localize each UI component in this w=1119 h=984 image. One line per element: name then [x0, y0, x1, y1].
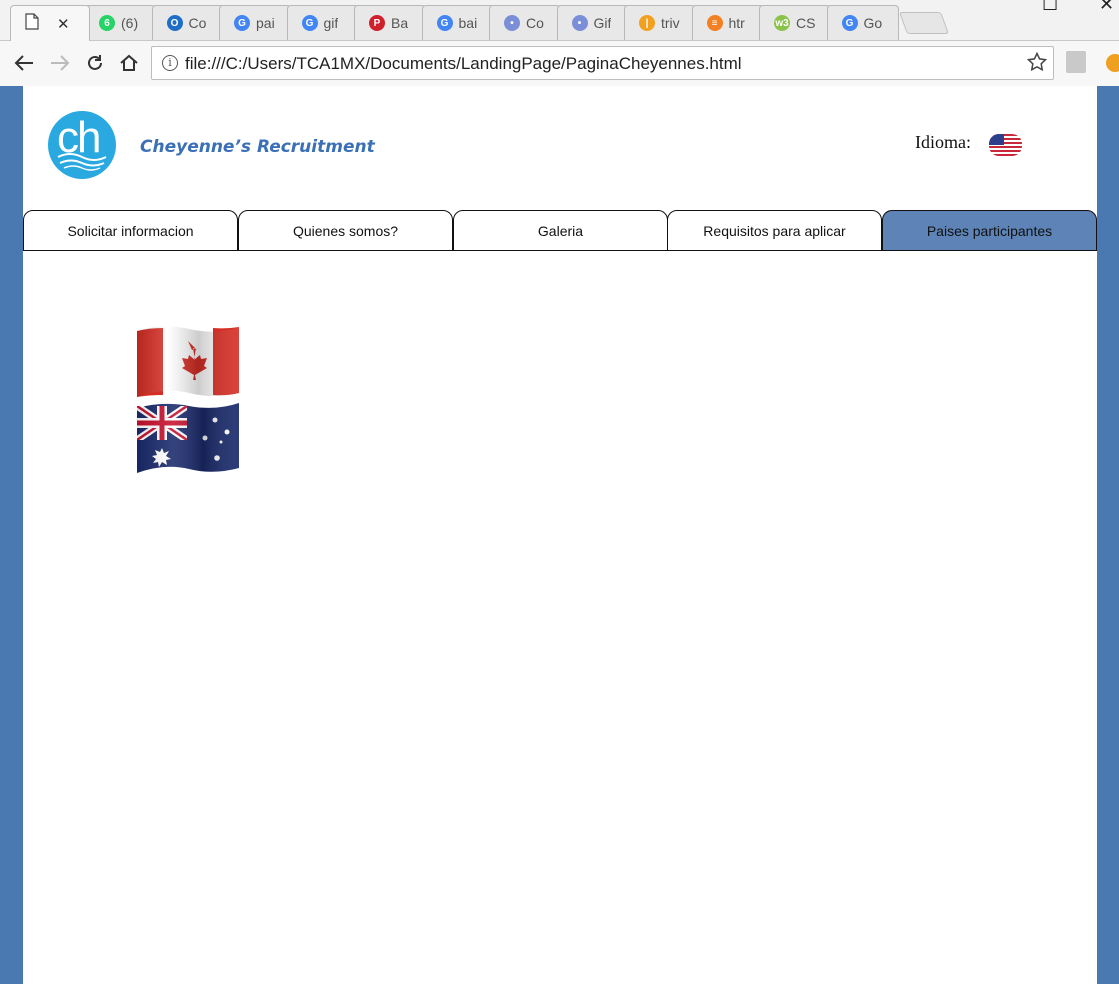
australia-flag-icon	[135, 402, 241, 475]
brand-name: Cheyenne’s Recruitment	[140, 137, 375, 157]
nav-tab-solicitar-informacion[interactable]: Solicitar informacion	[23, 210, 238, 251]
browser-tab-label: pai	[256, 15, 275, 31]
outlook-icon: O	[166, 15, 183, 31]
close-tab-icon[interactable]: ✕	[57, 15, 70, 33]
browser-tab[interactable]: P Ba	[354, 5, 426, 40]
bookmark-app-icon: •	[571, 15, 588, 31]
home-button[interactable]	[117, 51, 141, 75]
browser-tab[interactable]: • Gif	[556, 5, 629, 40]
reload-icon	[88, 55, 102, 70]
browser-tab-label: gif	[323, 15, 339, 31]
google-icon: G	[234, 15, 250, 31]
browser-tab-label: CS	[796, 15, 816, 31]
google-icon: G	[841, 15, 858, 31]
canada-flag-icon	[135, 325, 241, 400]
browser-tab[interactable]: | triv	[624, 5, 696, 40]
nav-tab-label: Requisitos para aplicar	[703, 222, 846, 239]
browser-tab-label: (6)	[121, 15, 139, 31]
tab-strip: ✕ 6 (6) O Co Gpai Ggif P Ba Gbai • Co • Gif | triv ≡ htr…	[0, 0, 1119, 41]
forward-button[interactable]	[48, 51, 72, 75]
us-flag-icon[interactable]	[989, 134, 1022, 156]
maximize-window-button[interactable]: ☐	[1042, 0, 1058, 15]
close-window-button[interactable]: ✕	[1099, 0, 1114, 15]
browser-tab[interactable]: • Co	[489, 5, 561, 40]
reload-button[interactable]	[83, 51, 107, 75]
new-tab-button[interactable]	[898, 12, 950, 34]
browser-tab[interactable]: O Co	[151, 5, 224, 40]
trivia-icon: |	[639, 15, 655, 31]
nav-tab-requisitos[interactable]: Requisitos para aplicar	[667, 210, 882, 251]
browser-tab[interactable]: G Go	[826, 5, 899, 40]
browser-chrome: ✕ 6 (6) O Co Gpai Ggif P Ba Gbai • Co • Gif | triv ≡ htr…	[0, 0, 1119, 86]
browser-tab[interactable]: ≡ htr	[691, 5, 764, 40]
logo-waves-icon	[57, 153, 107, 171]
info-icon[interactable]: i	[162, 55, 178, 71]
nav-tab-paises-participantes[interactable]: Paises participantes	[882, 210, 1097, 251]
whatsapp-icon: 6	[99, 15, 115, 31]
pdf-extension-icon[interactable]	[1066, 51, 1086, 73]
main-navigation: Solicitar informacion Quienes somos? Gal…	[23, 210, 1097, 252]
browser-toolbar: i file:///C:/Users/TCA1MX/Documents/Land…	[0, 40, 1119, 86]
back-arrow-icon	[14, 55, 33, 71]
company-logo: ch	[48, 111, 116, 179]
document-icon	[25, 12, 39, 35]
pinterest-icon: P	[369, 15, 385, 31]
nav-tab-label: Galeria	[537, 222, 584, 239]
browser-tab[interactable]: 6 (6)	[84, 5, 156, 40]
browser-tab-label: Co	[526, 15, 544, 31]
browser-tab[interactable]: Ggif	[286, 5, 359, 40]
browser-tab-label: bai	[458, 15, 478, 31]
browser-tab[interactable]: Gpai	[219, 5, 291, 40]
language-label: Idioma:	[915, 132, 971, 152]
w3schools-icon: w3	[774, 15, 790, 31]
nav-tab-quienes-somos[interactable]: Quienes somos?	[238, 210, 453, 251]
stackoverflow-icon: ≡	[706, 15, 723, 31]
nav-tab-label: Solicitar informacion	[67, 222, 194, 239]
bookmark-star-icon[interactable]	[1026, 51, 1048, 77]
browser-tab-label: triv	[661, 15, 680, 31]
nav-tab-galeria[interactable]: Galeria	[453, 210, 668, 251]
browser-tab-label: Ba	[391, 15, 409, 31]
bookmark-app-icon: •	[504, 15, 520, 31]
landing-page: ch Cheyenne’s Recruitment Idioma: Solici…	[23, 86, 1097, 984]
home-icon	[120, 54, 138, 71]
extension-icon[interactable]	[1106, 54, 1119, 72]
browser-tab-label: Gif	[593, 15, 612, 31]
google-icon: G	[436, 15, 453, 31]
nav-tab-label: Quienes somos?	[292, 222, 399, 239]
browser-tab-label: Go	[863, 15, 883, 31]
browser-tab-label: htr	[728, 15, 745, 31]
url-text[interactable]: file:///C:/Users/TCA1MX/Documents/Landin…	[185, 54, 742, 74]
page-viewport: ch Cheyenne’s Recruitment Idioma: Solici…	[0, 86, 1119, 984]
nav-tab-label: Paises participantes	[926, 222, 1053, 239]
browser-tab-label: Co	[188, 15, 207, 31]
forward-arrow-icon	[51, 55, 70, 71]
address-bar[interactable]: i file:///C:/Users/TCA1MX/Documents/Land…	[151, 46, 1054, 80]
back-button[interactable]	[12, 51, 36, 75]
browser-tab-active[interactable]: ✕	[10, 5, 90, 41]
browser-tab[interactable]: Gbai	[421, 5, 494, 40]
google-icon: G	[301, 15, 318, 31]
browser-tab[interactable]: w3 CS	[759, 5, 831, 40]
